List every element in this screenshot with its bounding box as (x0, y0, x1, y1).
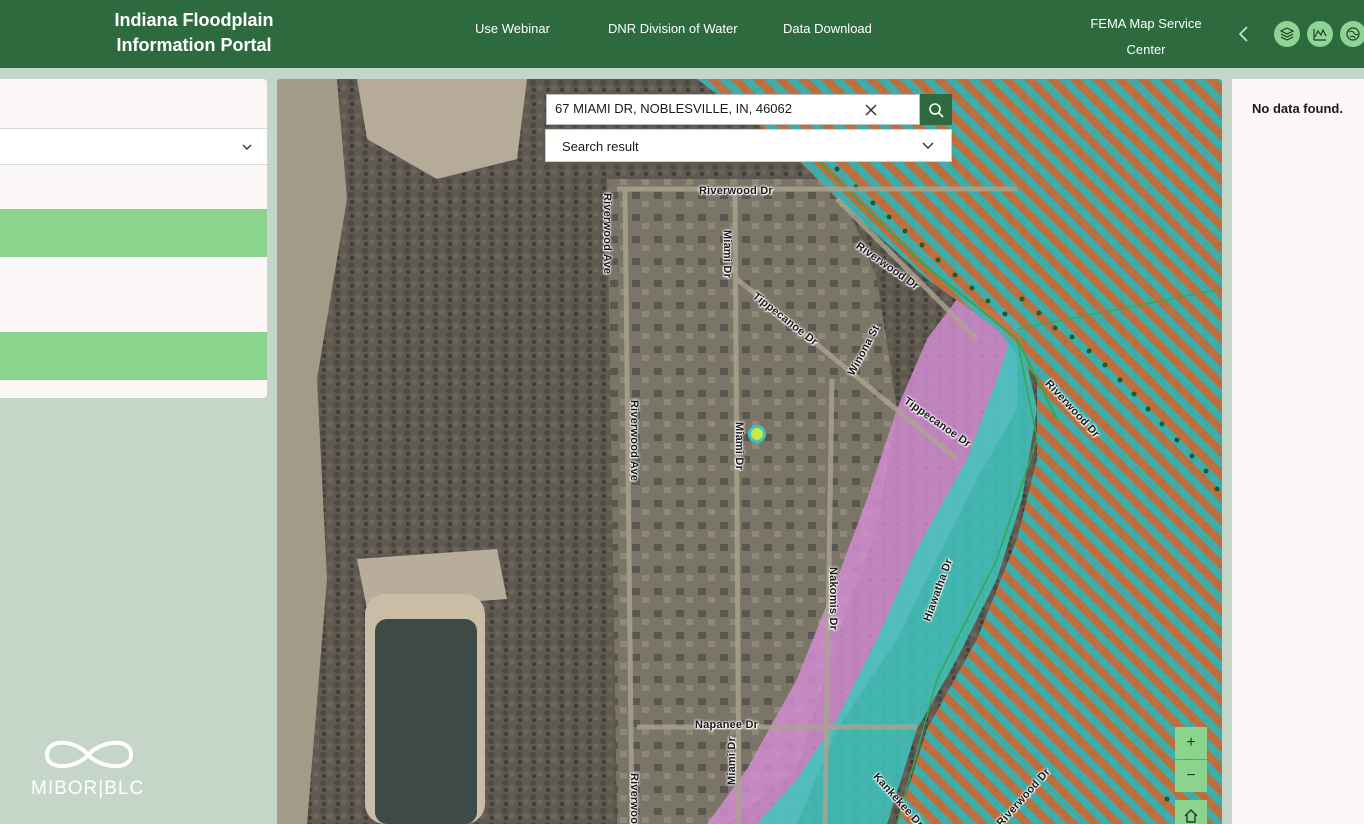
nav-use-webinar[interactable]: Use Webinar (475, 21, 550, 36)
chart-icon[interactable] (1307, 21, 1333, 47)
left-panel (0, 79, 267, 398)
nav-data-download[interactable]: Data Download (783, 21, 872, 36)
search-input[interactable] (555, 101, 885, 116)
map-view[interactable]: Riverwood Dr Miami Dr Riverwood Dr Tippe… (277, 79, 1222, 824)
search-box (546, 94, 920, 125)
street-label: Nakomis Dr (827, 567, 839, 631)
zoom-in-button[interactable]: + (1175, 727, 1207, 759)
street-label: Miami Dr (733, 422, 745, 471)
left-dropdown[interactable] (0, 128, 267, 165)
no-data-message: No data found. (1252, 101, 1343, 116)
search-button[interactable] (920, 94, 952, 125)
home-button[interactable] (1175, 800, 1207, 824)
layers-icon[interactable] (1274, 21, 1300, 47)
zoom-out-button[interactable]: − (1175, 760, 1207, 792)
street-label: Riverwood Ave (628, 773, 640, 824)
search-result-dropdown[interactable]: Search result (545, 129, 952, 162)
street-label: Riverwood Ave (601, 193, 613, 275)
chevron-down-icon (922, 142, 934, 149)
left-green-button-2[interactable] (0, 332, 267, 380)
close-icon[interactable] (863, 102, 879, 118)
chevron-left-icon[interactable] (1234, 22, 1254, 46)
app-header: Indiana Floodplain Information Portal Us… (0, 0, 1364, 68)
home-icon (1184, 809, 1198, 823)
nav-fema-map-service-center[interactable]: FEMA Map Service Center (1080, 11, 1212, 63)
street-label: Miami Dr (721, 230, 733, 279)
search-result-label: Search result (562, 139, 639, 154)
street-label: Riverwood Dr (699, 185, 773, 197)
right-panel: No data found. (1232, 79, 1364, 824)
page-title: Indiana Floodplain Information Portal (90, 8, 298, 58)
chevron-down-icon (242, 144, 252, 150)
street-label: Napanee Dr (695, 719, 759, 731)
logo-text: MIBOR|BLC (31, 778, 145, 799)
nav-dnr-division-of-water[interactable]: DNR Division of Water (608, 21, 738, 36)
title-line-2: Information Portal (116, 35, 272, 55)
fema-line-2: Center (1126, 42, 1166, 57)
fema-line-1: FEMA Map Service (1090, 16, 1202, 31)
street-label: Miami Dr (726, 736, 738, 785)
left-green-button-1[interactable] (0, 209, 267, 257)
title-line-1: Indiana Floodplain (114, 10, 274, 30)
street-label: Riverwood Ave (628, 400, 640, 482)
search-icon (929, 102, 944, 118)
globe-icon[interactable] (1340, 21, 1364, 47)
